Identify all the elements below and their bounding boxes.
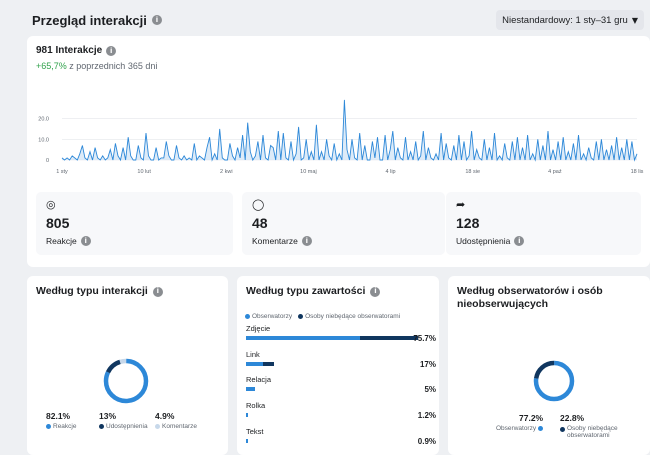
content-type-label: Rolka (246, 401, 266, 410)
by-followers-card: Według obserwatorów i osób nieobserwując… (448, 276, 650, 455)
card-title: Według typu interakcji i (36, 285, 163, 298)
page-title: Przegląd interakcji i (32, 13, 162, 28)
reaction-icon: ◎ (46, 198, 56, 211)
metric-value: 128 (456, 215, 480, 231)
change-text: +65,7% z poprzednich 365 dni (36, 61, 158, 71)
content-type-row: Relacja 5% (246, 375, 436, 394)
non-followers-bar-segment (263, 362, 274, 366)
metric-label: Komentarze i (252, 236, 435, 246)
interactions-line-chart[interactable]: 20.0 10.0 0 1 sty 10 lut 2 kwi 10 maj 4 lip 18 s… (27, 96, 650, 181)
y-tick-label: 20.0 (38, 117, 49, 123)
interaction-type-donut[interactable] (101, 356, 151, 406)
metric-shares[interactable]: ➦ 128 Udostępnienia i (446, 192, 641, 255)
legend-comments: 4.9% Komentarze (155, 411, 198, 430)
by-content-type-card: Według typu zawartości i Obserwatorzy Os… (237, 276, 439, 455)
date-range-dropdown[interactable]: Niestandardowy: 1 sty–31 gru ▼ (496, 10, 644, 30)
info-icon[interactable]: i (152, 286, 163, 297)
x-tick-label: 1 sty (56, 169, 68, 175)
followers-bar-segment (246, 439, 248, 443)
x-tick-label: 4 paź (548, 169, 562, 175)
dot-icon (298, 314, 304, 319)
metric-value: 805 (46, 215, 70, 231)
content-type-pct: 0.9% (417, 437, 436, 446)
x-tick-label: 10 maj (300, 169, 317, 175)
x-tick-label: 2 kwi (220, 169, 233, 175)
series-line (61, 99, 638, 162)
card-title: Według obserwatorów i osób nieobserwując… (457, 285, 603, 310)
content-type-label: Zdjęcie (246, 324, 271, 333)
legend-reactions: 82.1% Reakcje (46, 411, 77, 430)
content-type-pct: 75.7% (413, 334, 436, 343)
overview-card: 981 Interakcje i +65,7% z poprzednich 36… (27, 36, 650, 267)
legend-non-followers: 22.8% Osoby niebędące obserwatorami (560, 413, 618, 439)
dot-icon (560, 427, 565, 432)
y-tick-label: 0 (46, 158, 49, 164)
x-tick-label: 10 lut (137, 169, 151, 175)
card-title: Według typu zawartości i (246, 285, 381, 298)
content-type-bar[interactable] (246, 336, 426, 340)
by-interaction-type-card: Według typu interakcji i 82.1% Reakcje 1… (27, 276, 228, 455)
content-type-row: Tekst 0.9% (246, 427, 436, 446)
content-type-bar[interactable] (246, 387, 426, 391)
content-type-legend: Obserwatorzy Osoby niebędące obserwatora… (245, 313, 400, 320)
content-type-row: Rolka 1.2% (246, 401, 436, 420)
info-icon[interactable]: i (80, 236, 91, 246)
dot-icon (99, 424, 104, 429)
metric-label: Reakcje i (46, 236, 223, 246)
dot-icon (245, 314, 250, 319)
followers-bar-segment (246, 387, 255, 391)
info-icon[interactable]: i (151, 15, 162, 25)
followers-bar-segment (246, 362, 264, 366)
x-tick-label: 4 lip (386, 169, 396, 175)
content-type-bar[interactable] (246, 439, 426, 443)
content-type-pct: 1.2% (417, 411, 436, 420)
content-type-bar[interactable] (246, 413, 426, 417)
dot-icon (538, 426, 544, 431)
legend-followers: 77.2% Obserwatorzy (496, 413, 544, 432)
content-type-pct: 5% (424, 385, 436, 394)
metric-value: 48 (252, 215, 268, 231)
y-tick-label: 10.0 (38, 137, 49, 143)
x-tick-label: 18 lis (631, 169, 644, 175)
followers-donut[interactable] (532, 359, 576, 403)
share-icon: ➦ (456, 198, 466, 211)
followers-bar-segment (246, 336, 360, 340)
content-type-label: Relacja (246, 375, 272, 384)
total-interactions: 981 Interakcje i (36, 45, 117, 56)
content-type-row: Zdjęcie 75.7% (246, 324, 436, 343)
content-type-pct: 17% (419, 360, 436, 369)
info-icon[interactable]: i (106, 45, 117, 56)
followers-bar-segment (246, 413, 248, 417)
caret-down-icon: ▼ (631, 15, 638, 25)
content-type-row: Link 17% (246, 350, 436, 369)
info-icon[interactable]: i (370, 286, 381, 297)
info-icon[interactable]: i (301, 236, 312, 246)
metric-reactions[interactable]: ◎ 805 Reakcje i (36, 192, 233, 255)
info-icon[interactable]: i (514, 236, 525, 246)
dot-icon (46, 424, 51, 429)
page-header: Przegląd interakcji i Niestandardowy: 1 … (0, 0, 650, 40)
comment-icon: ◯ (252, 198, 265, 211)
legend-shares: 13% Udostępnienia (99, 411, 148, 430)
content-type-label: Link (246, 350, 260, 359)
metric-label: Udostępnienia i (456, 236, 631, 246)
metric-comments[interactable]: ◯ 48 Komentarze i (242, 192, 445, 255)
content-type-bar[interactable] (246, 362, 426, 366)
content-type-label: Tekst (246, 427, 264, 436)
x-tick-label: 18 sie (465, 169, 480, 175)
dot-icon (155, 424, 160, 429)
